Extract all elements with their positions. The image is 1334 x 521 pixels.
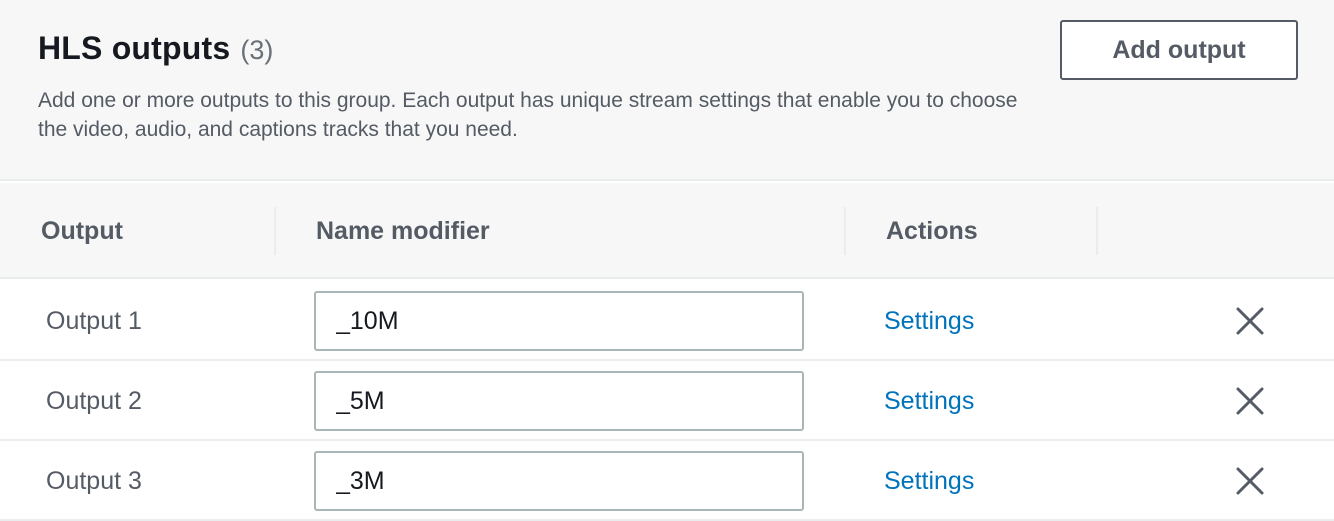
table-row: Output 2 Settings bbox=[0, 361, 1334, 441]
page-title: HLS outputs bbox=[38, 30, 231, 66]
output-count: (3) bbox=[240, 35, 274, 65]
column-divider bbox=[844, 207, 846, 255]
close-icon[interactable] bbox=[1226, 457, 1274, 505]
name-modifier-input[interactable] bbox=[314, 371, 804, 431]
output-label: Output 2 bbox=[46, 386, 142, 415]
outputs-header: HLS outputs (3) Add one or more outputs … bbox=[0, 0, 1334, 181]
add-output-button[interactable]: Add output bbox=[1060, 20, 1298, 80]
output-label: Output 3 bbox=[46, 466, 142, 495]
settings-link[interactable]: Settings bbox=[884, 441, 974, 521]
table-row: Output 1 Settings bbox=[0, 281, 1334, 361]
table-row: Output 3 Settings bbox=[0, 441, 1334, 521]
settings-link[interactable]: Settings bbox=[884, 281, 974, 361]
name-modifier-input[interactable] bbox=[314, 291, 804, 351]
close-icon[interactable] bbox=[1226, 377, 1274, 425]
table-header: Output Name modifier Actions bbox=[0, 183, 1334, 279]
column-header-actions: Actions bbox=[886, 216, 978, 245]
column-divider bbox=[1096, 207, 1098, 255]
column-divider bbox=[274, 207, 276, 255]
name-modifier-input[interactable] bbox=[314, 451, 804, 511]
column-header-name-modifier: Name modifier bbox=[316, 216, 490, 245]
title-row: HLS outputs (3) bbox=[38, 30, 273, 67]
settings-link[interactable]: Settings bbox=[884, 361, 974, 441]
close-icon[interactable] bbox=[1226, 297, 1274, 345]
header-description: Add one or more outputs to this group. E… bbox=[38, 89, 1018, 141]
column-header-output: Output bbox=[41, 216, 123, 245]
output-label: Output 1 bbox=[46, 306, 142, 335]
